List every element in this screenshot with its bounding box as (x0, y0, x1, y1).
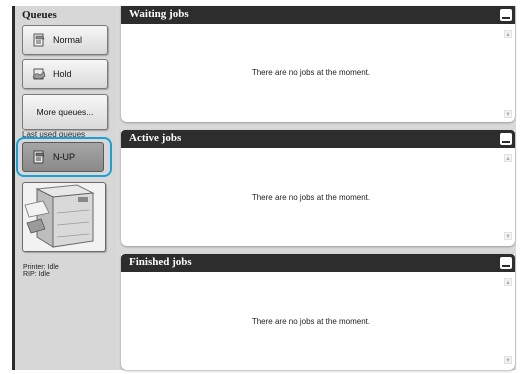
printer-status: Printer: Idle (23, 264, 59, 271)
queue-button-label: Hold (53, 69, 72, 79)
queues-sidebar: Queues Normal Hold More queues... Last u… (15, 6, 116, 370)
finished-jobs-panel: Finished jobs There are no jobs at the m… (121, 254, 515, 370)
rip-status: RIP: Idle (23, 271, 50, 278)
empty-message: There are no jobs at the moment. (251, 193, 371, 202)
printer-icon (24, 184, 95, 248)
sidebar-title: Queues (22, 9, 57, 21)
panel-title: Active jobs (129, 132, 182, 144)
panel-header: Waiting jobs (121, 6, 515, 24)
queue-button-label: N-UP (53, 152, 75, 162)
panel-header: Finished jobs (121, 254, 515, 272)
printer-button[interactable] (22, 182, 106, 252)
queue-icon (33, 150, 45, 164)
scrollbar[interactable]: ▲ ▼ (504, 154, 512, 240)
queue-icon (33, 33, 45, 47)
waiting-jobs-panel: Waiting jobs There are no jobs at the mo… (121, 6, 515, 122)
queue-button-normal[interactable]: Normal (22, 25, 108, 55)
scrollbar[interactable]: ▲ ▼ (504, 30, 512, 118)
queue-button-label: Normal (53, 35, 83, 45)
hold-queue-icon (32, 68, 46, 80)
collapse-icon[interactable] (500, 133, 512, 145)
queue-button-n-up[interactable]: N-UP (22, 142, 104, 172)
scrollbar[interactable]: ▲ ▼ (504, 278, 512, 364)
collapse-icon[interactable] (500, 257, 512, 269)
empty-message: There are no jobs at the moment. (251, 68, 371, 77)
active-jobs-panel: Active jobs There are no jobs at the mom… (121, 130, 515, 246)
panel-title: Waiting jobs (129, 8, 189, 20)
scroll-up-icon[interactable]: ▲ (504, 30, 512, 38)
scroll-down-icon[interactable]: ▼ (504, 356, 512, 364)
collapse-icon[interactable] (500, 9, 512, 21)
scroll-down-icon[interactable]: ▼ (504, 232, 512, 240)
scroll-down-icon[interactable]: ▼ (504, 110, 512, 118)
scroll-up-icon[interactable]: ▲ (504, 278, 512, 286)
more-queues-button[interactable]: More queues... (22, 94, 108, 130)
panel-title: Finished jobs (129, 256, 192, 268)
panel-header: Active jobs (121, 130, 515, 148)
scroll-up-icon[interactable]: ▲ (504, 154, 512, 162)
empty-message: There are no jobs at the moment. (251, 317, 371, 326)
queue-button-hold[interactable]: Hold (22, 59, 108, 89)
more-queues-label: More queues... (36, 107, 94, 117)
